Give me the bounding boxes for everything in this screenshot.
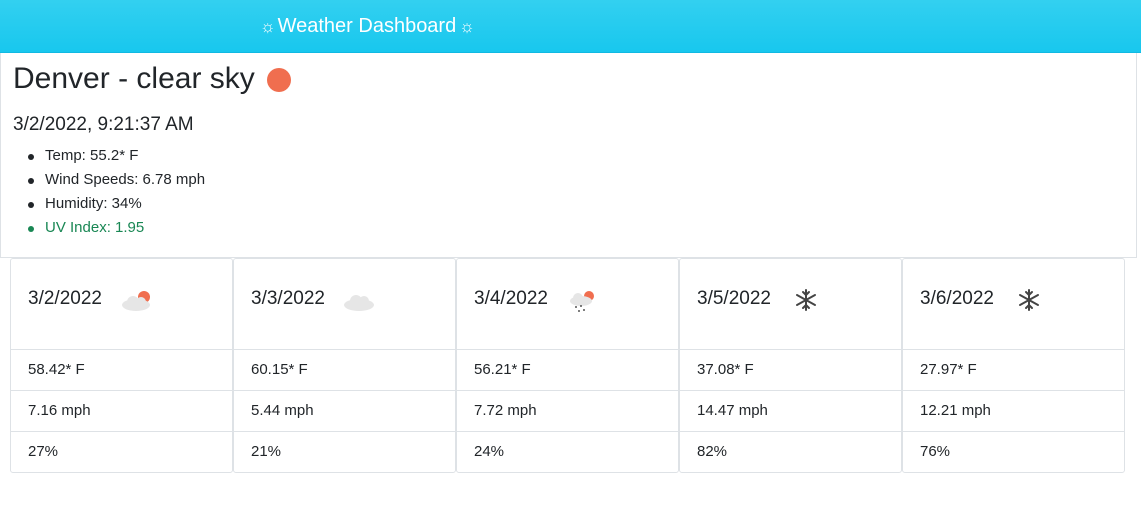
cloud-icon bbox=[344, 295, 374, 311]
city-name: Denver bbox=[13, 62, 110, 95]
app-header: ☼ Weather Dashboard ☼ bbox=[0, 0, 1141, 53]
clear-day-icon bbox=[266, 67, 291, 92]
forecast-temp: 37.08* F bbox=[697, 361, 754, 378]
current-weather-card: Denver - clear sky 3/2/2022, 9:21:37 AM … bbox=[0, 53, 1137, 258]
forecast-humidity: 27% bbox=[28, 443, 59, 460]
current-metrics-list: Temp: 55.2* F Wind Speeds: 6.78 mph Humi… bbox=[25, 144, 205, 240]
forecast-wind: 5.44 mph bbox=[251, 402, 314, 419]
forecast-humidity: 76% bbox=[920, 443, 951, 460]
forecast-temp-row: 60.15* F bbox=[234, 350, 455, 391]
forecast-date: 3/3/2022 bbox=[251, 288, 325, 309]
forecast-humidity-row: 82% bbox=[680, 432, 901, 473]
forecast-card-day-5: 3/6/2022 27.97* F 12.21 mph 76% bbox=[902, 258, 1125, 473]
app-title: Weather Dashboard bbox=[277, 15, 457, 37]
forecast-humidity-row: 21% bbox=[234, 432, 455, 473]
forecast-humidity: 82% bbox=[697, 443, 728, 460]
forecast-humidity-row: 24% bbox=[457, 432, 678, 473]
forecast-card-header: 3/6/2022 bbox=[903, 259, 1124, 350]
current-weather-title: Denver - clear sky bbox=[13, 61, 291, 97]
forecast-wind-row: 14.47 mph bbox=[680, 391, 901, 432]
forecast-humidity-row: 76% bbox=[903, 432, 1124, 473]
forecast-temp: 56.21* F bbox=[474, 361, 531, 378]
forecast-temp: 58.42* F bbox=[28, 361, 85, 378]
forecast-wind-row: 7.16 mph bbox=[11, 391, 232, 432]
forecast-date: 3/4/2022 bbox=[474, 288, 548, 309]
forecast-card-header: 3/4/2022 bbox=[457, 259, 678, 350]
current-date-time: 3/2/2022, 9:21:37 AM bbox=[13, 114, 194, 135]
forecast-temp-row: 56.21* F bbox=[457, 350, 678, 391]
title-separator: - bbox=[118, 62, 129, 95]
sun-icon: ☼ bbox=[260, 16, 276, 36]
forecast-temp: 60.15* F bbox=[251, 361, 308, 378]
forecast-card-header: 3/2/2022 bbox=[11, 259, 232, 350]
forecast-temp-row: 37.08* F bbox=[680, 350, 901, 391]
forecast-wind-row: 5.44 mph bbox=[234, 391, 455, 432]
forecast-card-header: 3/3/2022 bbox=[234, 259, 455, 350]
forecast-wind: 12.21 mph bbox=[920, 402, 991, 419]
metric-uv-index: UV Index: 1.95 bbox=[25, 216, 205, 240]
forecast-date: 3/2/2022 bbox=[28, 288, 102, 309]
forecast-card-header: 3/5/2022 bbox=[680, 259, 901, 350]
forecast-humidity-row: 27% bbox=[11, 432, 232, 473]
metric-humidity: Humidity: 34% bbox=[25, 192, 205, 216]
forecast-humidity: 21% bbox=[251, 443, 282, 460]
weather-description: clear sky bbox=[136, 62, 255, 95]
forecast-wind: 7.72 mph bbox=[474, 402, 537, 419]
forecast-card-day-4: 3/5/2022 37.08* F 14.47 mph 82% bbox=[679, 258, 902, 473]
forecast-temp-row: 27.97* F bbox=[903, 350, 1124, 391]
forecast-date: 3/5/2022 bbox=[697, 288, 771, 309]
forecast-humidity: 24% bbox=[474, 443, 505, 460]
snowflake-icon bbox=[1019, 289, 1039, 311]
forecast-card-day-2: 3/3/2022 60.15* F 5.44 mph 21% bbox=[233, 258, 456, 473]
forecast-temp-row: 58.42* F bbox=[11, 350, 232, 391]
forecast-wind: 14.47 mph bbox=[697, 402, 768, 419]
forecast-date: 3/6/2022 bbox=[920, 288, 994, 309]
forecast-card-day-3: 3/4/2022 56.21* F 7.72 mph 24% bbox=[456, 258, 679, 473]
metric-wind-speed: Wind Speeds: 6.78 mph bbox=[25, 168, 205, 192]
forecast-wind: 7.16 mph bbox=[28, 402, 91, 419]
metric-temp: Temp: 55.2* F bbox=[25, 144, 205, 168]
header-title-group: ☼ Weather Dashboard ☼ bbox=[260, 13, 475, 39]
sun-icon: ☼ bbox=[459, 16, 475, 36]
forecast-wind-row: 12.21 mph bbox=[903, 391, 1124, 432]
snow-partly-cloudy-icon bbox=[570, 291, 594, 312]
partly-cloudy-day-icon bbox=[122, 291, 150, 311]
forecast-card-day-1: 3/2/2022 58.42* F 7.16 mph 27% bbox=[10, 258, 233, 473]
forecast-wind-row: 7.72 mph bbox=[457, 391, 678, 432]
snowflake-icon bbox=[796, 289, 816, 311]
forecast-temp: 27.97* F bbox=[920, 361, 977, 378]
